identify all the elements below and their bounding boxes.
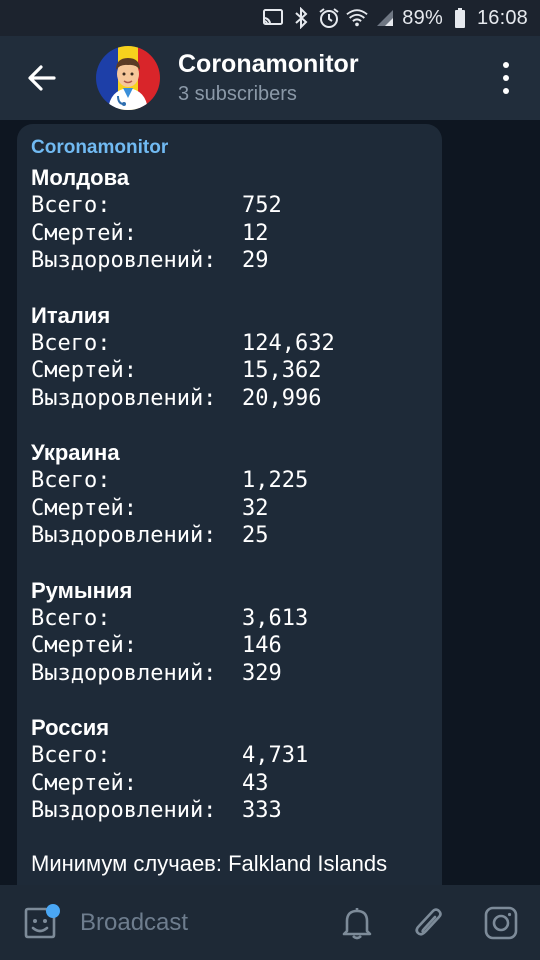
notification-dot	[46, 904, 60, 918]
country-stats: Италия Всего: 124,632 Смертей: 15,362 Вызд…	[31, 302, 428, 413]
battery-icon	[449, 7, 471, 29]
chat-area[interactable]: Coronamonitor Молдова Всего: 752 Смертей:…	[0, 120, 540, 885]
country-name: Румыния	[31, 577, 133, 603]
wifi-icon	[346, 7, 368, 29]
recovered-label: Выздоровлений:	[31, 660, 217, 686]
stat-row: Всего: 124,632	[31, 330, 428, 358]
battery-percent: 89%	[402, 6, 443, 29]
alarm-icon	[318, 7, 340, 29]
stat-row: Всего: 1,225	[31, 467, 428, 495]
stat-row: Всего: 3,613	[31, 605, 428, 633]
minimum-cases-text: Минимум случаев: Falkland Islands	[31, 850, 388, 876]
back-button[interactable]	[0, 36, 84, 120]
bluetooth-icon	[290, 7, 312, 29]
deaths-value: 43	[242, 770, 269, 796]
total-label: Всего:	[31, 743, 111, 768]
clock: 16:08	[476, 6, 528, 29]
stat-row: Смертей: 15,362	[31, 357, 428, 385]
stat-row: Всего: 752	[31, 192, 428, 220]
message-sender[interactable]: Coronamonitor	[31, 136, 428, 160]
deaths-label: Смертей:	[31, 633, 137, 658]
channel-avatar[interactable]	[96, 46, 160, 110]
total-value: 4,731	[242, 743, 309, 768]
stat-row: Смертей: 12	[31, 220, 428, 248]
recovered-label: Выздоровлений:	[31, 385, 217, 411]
more-options-button[interactable]	[494, 62, 518, 94]
country-stats: Украина Всего: 1,225 Смертей: 32 Выздоровл…	[31, 439, 428, 550]
country-stats: Молдова Всего: 752 Смертей: 12 Выздоровлен…	[31, 164, 428, 275]
stat-row: Выздоровлений: 20,996	[31, 385, 428, 413]
deaths-label: Смертей:	[31, 358, 137, 383]
deaths-label: Смертей:	[31, 770, 137, 796]
total-value: 1,225	[242, 468, 309, 493]
stat-row: Выздоровлений: 329	[31, 660, 428, 688]
total-label: Всего:	[31, 468, 111, 493]
stat-row: Смертей: 32	[31, 495, 428, 523]
country-name: Молдова	[31, 165, 130, 190]
more-vertical-icon	[503, 62, 509, 68]
recovered-value: 329	[242, 660, 282, 686]
total-label: Всего:	[31, 605, 111, 631]
stat-row: Смертей: 146	[31, 632, 428, 660]
deaths-value: 32	[242, 495, 269, 521]
signal-icon	[374, 7, 396, 29]
recovered-value: 29	[242, 248, 269, 273]
broadcast-input[interactable]	[80, 902, 330, 943]
recovered-label: Выздоровлений:	[31, 523, 217, 548]
country-name: Украина	[31, 440, 120, 465]
country-name: Италия	[31, 302, 111, 328]
recovered-label: Выздоровлений:	[31, 798, 217, 823]
deaths-value: 146	[242, 633, 282, 658]
notifications-button[interactable]	[334, 900, 380, 946]
broadcast-bar	[0, 885, 540, 960]
recovered-value: 333	[242, 798, 282, 823]
deaths-value: 12	[242, 220, 269, 246]
stat-row: Выздоровлений: 25	[31, 522, 428, 550]
bell-icon	[342, 907, 372, 939]
country-stats: Румыния Всего: 3,613 Смертей: 146 Выздоров…	[31, 577, 428, 688]
camera-button[interactable]	[478, 900, 524, 946]
message-bubble[interactable]: Coronamonitor Молдова Всего: 752 Смертей:…	[17, 124, 442, 885]
total-label: Всего:	[31, 193, 111, 218]
deaths-label: Смертей:	[31, 495, 137, 521]
total-value: 124,632	[242, 330, 335, 356]
status-bar: 89% 16:08	[0, 0, 540, 36]
subscriber-count: 3 subscribers	[178, 83, 297, 105]
total-value: 752	[242, 193, 282, 218]
deaths-label: Смертей:	[31, 220, 137, 246]
stat-row: Выздоровлений: 333	[31, 797, 428, 825]
cast-icon	[262, 7, 284, 29]
attach-button[interactable]	[406, 900, 452, 946]
channel-header: Coronamonitor 3 subscribers	[0, 36, 540, 120]
total-value: 3,613	[242, 605, 309, 631]
deaths-value: 15,362	[242, 358, 322, 383]
sticker-button[interactable]	[0, 885, 80, 960]
stat-row: Смертей: 43	[31, 770, 428, 798]
recovered-label: Выздоровлений:	[31, 248, 217, 273]
back-arrow-icon	[28, 65, 56, 91]
camera-icon	[484, 906, 518, 939]
channel-title[interactable]: Coronamonitor	[178, 49, 359, 79]
recovered-value: 25	[242, 523, 269, 548]
stat-row: Выздоровлений: 29	[31, 247, 428, 275]
stat-row: Всего: 4,731	[31, 742, 428, 770]
recovered-value: 20,996	[242, 385, 322, 411]
attach-icon	[415, 907, 442, 936]
total-label: Всего:	[31, 330, 111, 356]
country-name: Россия	[31, 715, 110, 740]
country-stats: Россия Всего: 4,731 Смертей: 43 Выздоровле…	[31, 714, 428, 825]
